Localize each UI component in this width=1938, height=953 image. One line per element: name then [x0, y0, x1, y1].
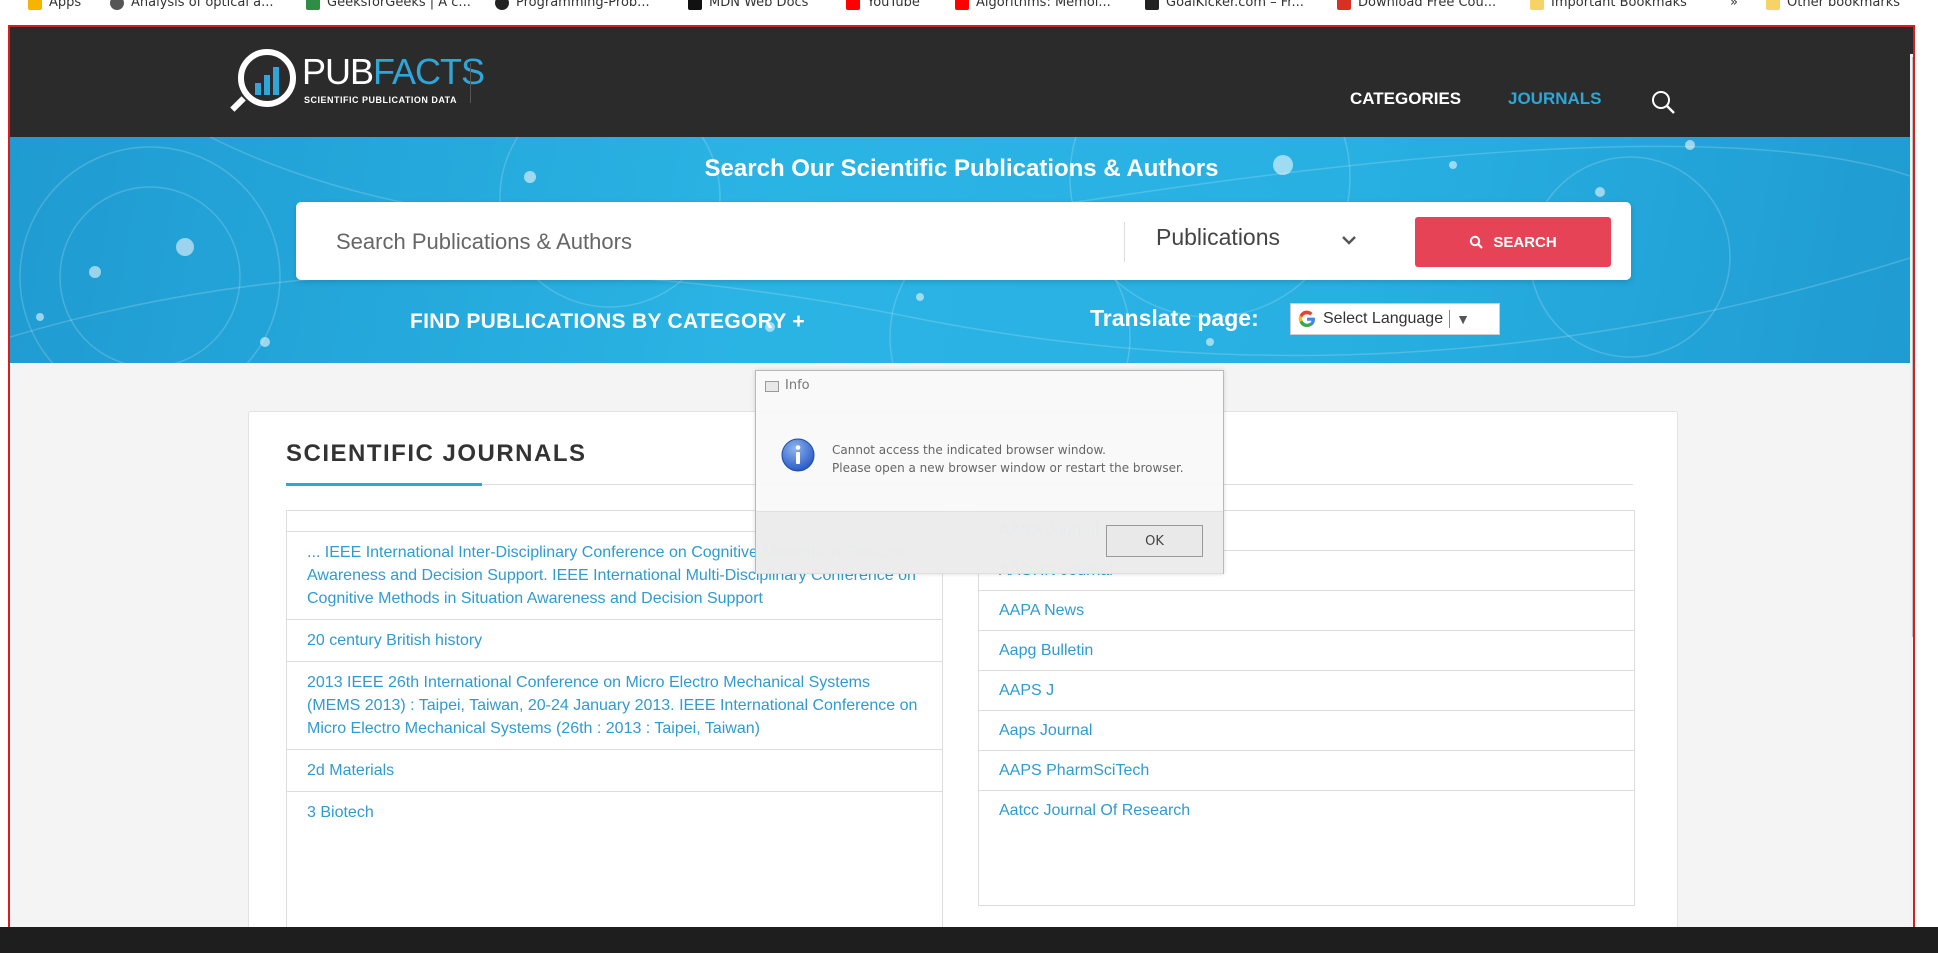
- fcd-icon: [1337, 0, 1351, 10]
- youtube-icon: [955, 0, 969, 10]
- logo-divider: [470, 63, 471, 103]
- list-item[interactable]: Aatcc Journal Of Research: [979, 790, 1634, 830]
- search-input[interactable]: [334, 222, 1098, 262]
- list-item[interactable]: 20 century British history: [287, 619, 942, 661]
- google-icon: [1298, 310, 1315, 328]
- geeksforgeeks-icon: [306, 0, 320, 10]
- search-divider: [1124, 222, 1125, 262]
- info-dialog: Info Cannot access the indicated browser…: [755, 370, 1224, 574]
- list-item[interactable]: AAPA News: [979, 590, 1634, 630]
- list-item[interactable]: Aapg Bulletin: [979, 630, 1634, 670]
- title-accent-rule: [286, 483, 482, 486]
- github-icon: [495, 0, 509, 10]
- search-type-select[interactable]: Publications: [1156, 224, 1280, 251]
- window-icon: [765, 381, 779, 392]
- list-item[interactable]: Aaps Journal: [979, 710, 1634, 750]
- folder-icon: [1530, 0, 1544, 10]
- search-icon[interactable]: [1650, 89, 1676, 115]
- bookmark-algorithms[interactable]: Algorithms: Memoi...: [955, 0, 1111, 10]
- logo-tagline: SCIENTIFIC PUBLICATION DATA: [304, 95, 457, 105]
- search-hero: Search Our Scientific Publications & Aut…: [10, 137, 1913, 363]
- bookmark-goalkicker[interactable]: GoalKicker.com – Fr...: [1145, 0, 1304, 10]
- site-header: PUBFACTS SCIENTIFIC PUBLICATION DATA CAT…: [10, 27, 1913, 137]
- select-separator: [1449, 310, 1451, 328]
- taskbar-strip: [0, 927, 1938, 953]
- caret-down-icon: ▼: [1456, 311, 1470, 327]
- goalkicker-icon: [1145, 0, 1159, 10]
- bookmark-youtube[interactable]: YouTube: [846, 0, 920, 10]
- hero-title: Search Our Scientific Publications & Aut…: [704, 155, 1219, 182]
- bookmark-important[interactable]: Important Bookmaks: [1530, 0, 1687, 10]
- apps-icon: [28, 0, 42, 10]
- list-item[interactable]: 2013 IEEE 26th International Conference …: [287, 661, 942, 749]
- pubfacts-logo[interactable]: PUBFACTS SCIENTIFIC PUBLICATION DATA: [230, 45, 485, 123]
- globe-icon: [110, 0, 124, 10]
- bookmark-programming[interactable]: Programming-Prob...: [495, 0, 650, 10]
- ok-button[interactable]: OK: [1106, 525, 1203, 557]
- translate-label: Translate page:: [1090, 305, 1259, 331]
- chevron-down-icon[interactable]: [1339, 230, 1359, 250]
- dialog-title: Info: [785, 378, 810, 393]
- language-select[interactable]: Select Language ▼: [1290, 303, 1500, 335]
- section-title: SCIENTIFIC JOURNALS: [286, 440, 587, 467]
- list-item[interactable]: 3 Biotech: [287, 791, 942, 833]
- dialog-message: Cannot access the indicated browser wind…: [832, 443, 1184, 475]
- logo-bars-icon: [255, 67, 279, 95]
- list-item[interactable]: 2d Materials: [287, 749, 942, 791]
- bookmark-apps[interactable]: Apps: [28, 0, 81, 10]
- dialog-titlebar[interactable]: Info: [756, 371, 1223, 399]
- search-button[interactable]: SEARCH: [1415, 217, 1611, 267]
- logo-name: PUBFACTS: [302, 51, 485, 92]
- youtube-icon: [846, 0, 860, 10]
- bookmark-geeksforgeeks[interactable]: GeeksforGeeks | A c...: [306, 0, 471, 10]
- find-by-category-link[interactable]: FIND PUBLICATIONS BY CATEGORY +: [410, 310, 805, 334]
- bookmark-optical[interactable]: Analysis of optical a...: [110, 0, 274, 10]
- bookmark-download-courses[interactable]: Download Free Cou...: [1337, 0, 1496, 10]
- logo-handle: [230, 96, 246, 112]
- nav-categories[interactable]: CATEGORIES: [1350, 89, 1461, 109]
- mdn-icon: [688, 0, 702, 10]
- list-item[interactable]: AAPS PharmSciTech: [979, 750, 1634, 790]
- list-item[interactable]: AAPS J: [979, 670, 1634, 710]
- nav-journals[interactable]: JOURNALS: [1508, 89, 1602, 109]
- browser-viewport: PUBFACTS SCIENTIFIC PUBLICATION DATA CAT…: [8, 25, 1915, 929]
- bookmarks-bar: Apps Analysis of optical a... GeeksforGe…: [0, 0, 1938, 14]
- search-icon: [1470, 235, 1484, 249]
- search-box: Publications SEARCH: [296, 202, 1631, 280]
- bookmark-other[interactable]: Other bookmarks: [1766, 0, 1900, 10]
- scrollbar-thumb[interactable]: [1912, 57, 1913, 637]
- folder-icon: [1766, 0, 1780, 10]
- bookmark-mdn[interactable]: MDN Web Docs: [688, 0, 808, 10]
- info-icon: [781, 438, 815, 472]
- bookmarks-overflow[interactable]: »: [1730, 0, 1738, 10]
